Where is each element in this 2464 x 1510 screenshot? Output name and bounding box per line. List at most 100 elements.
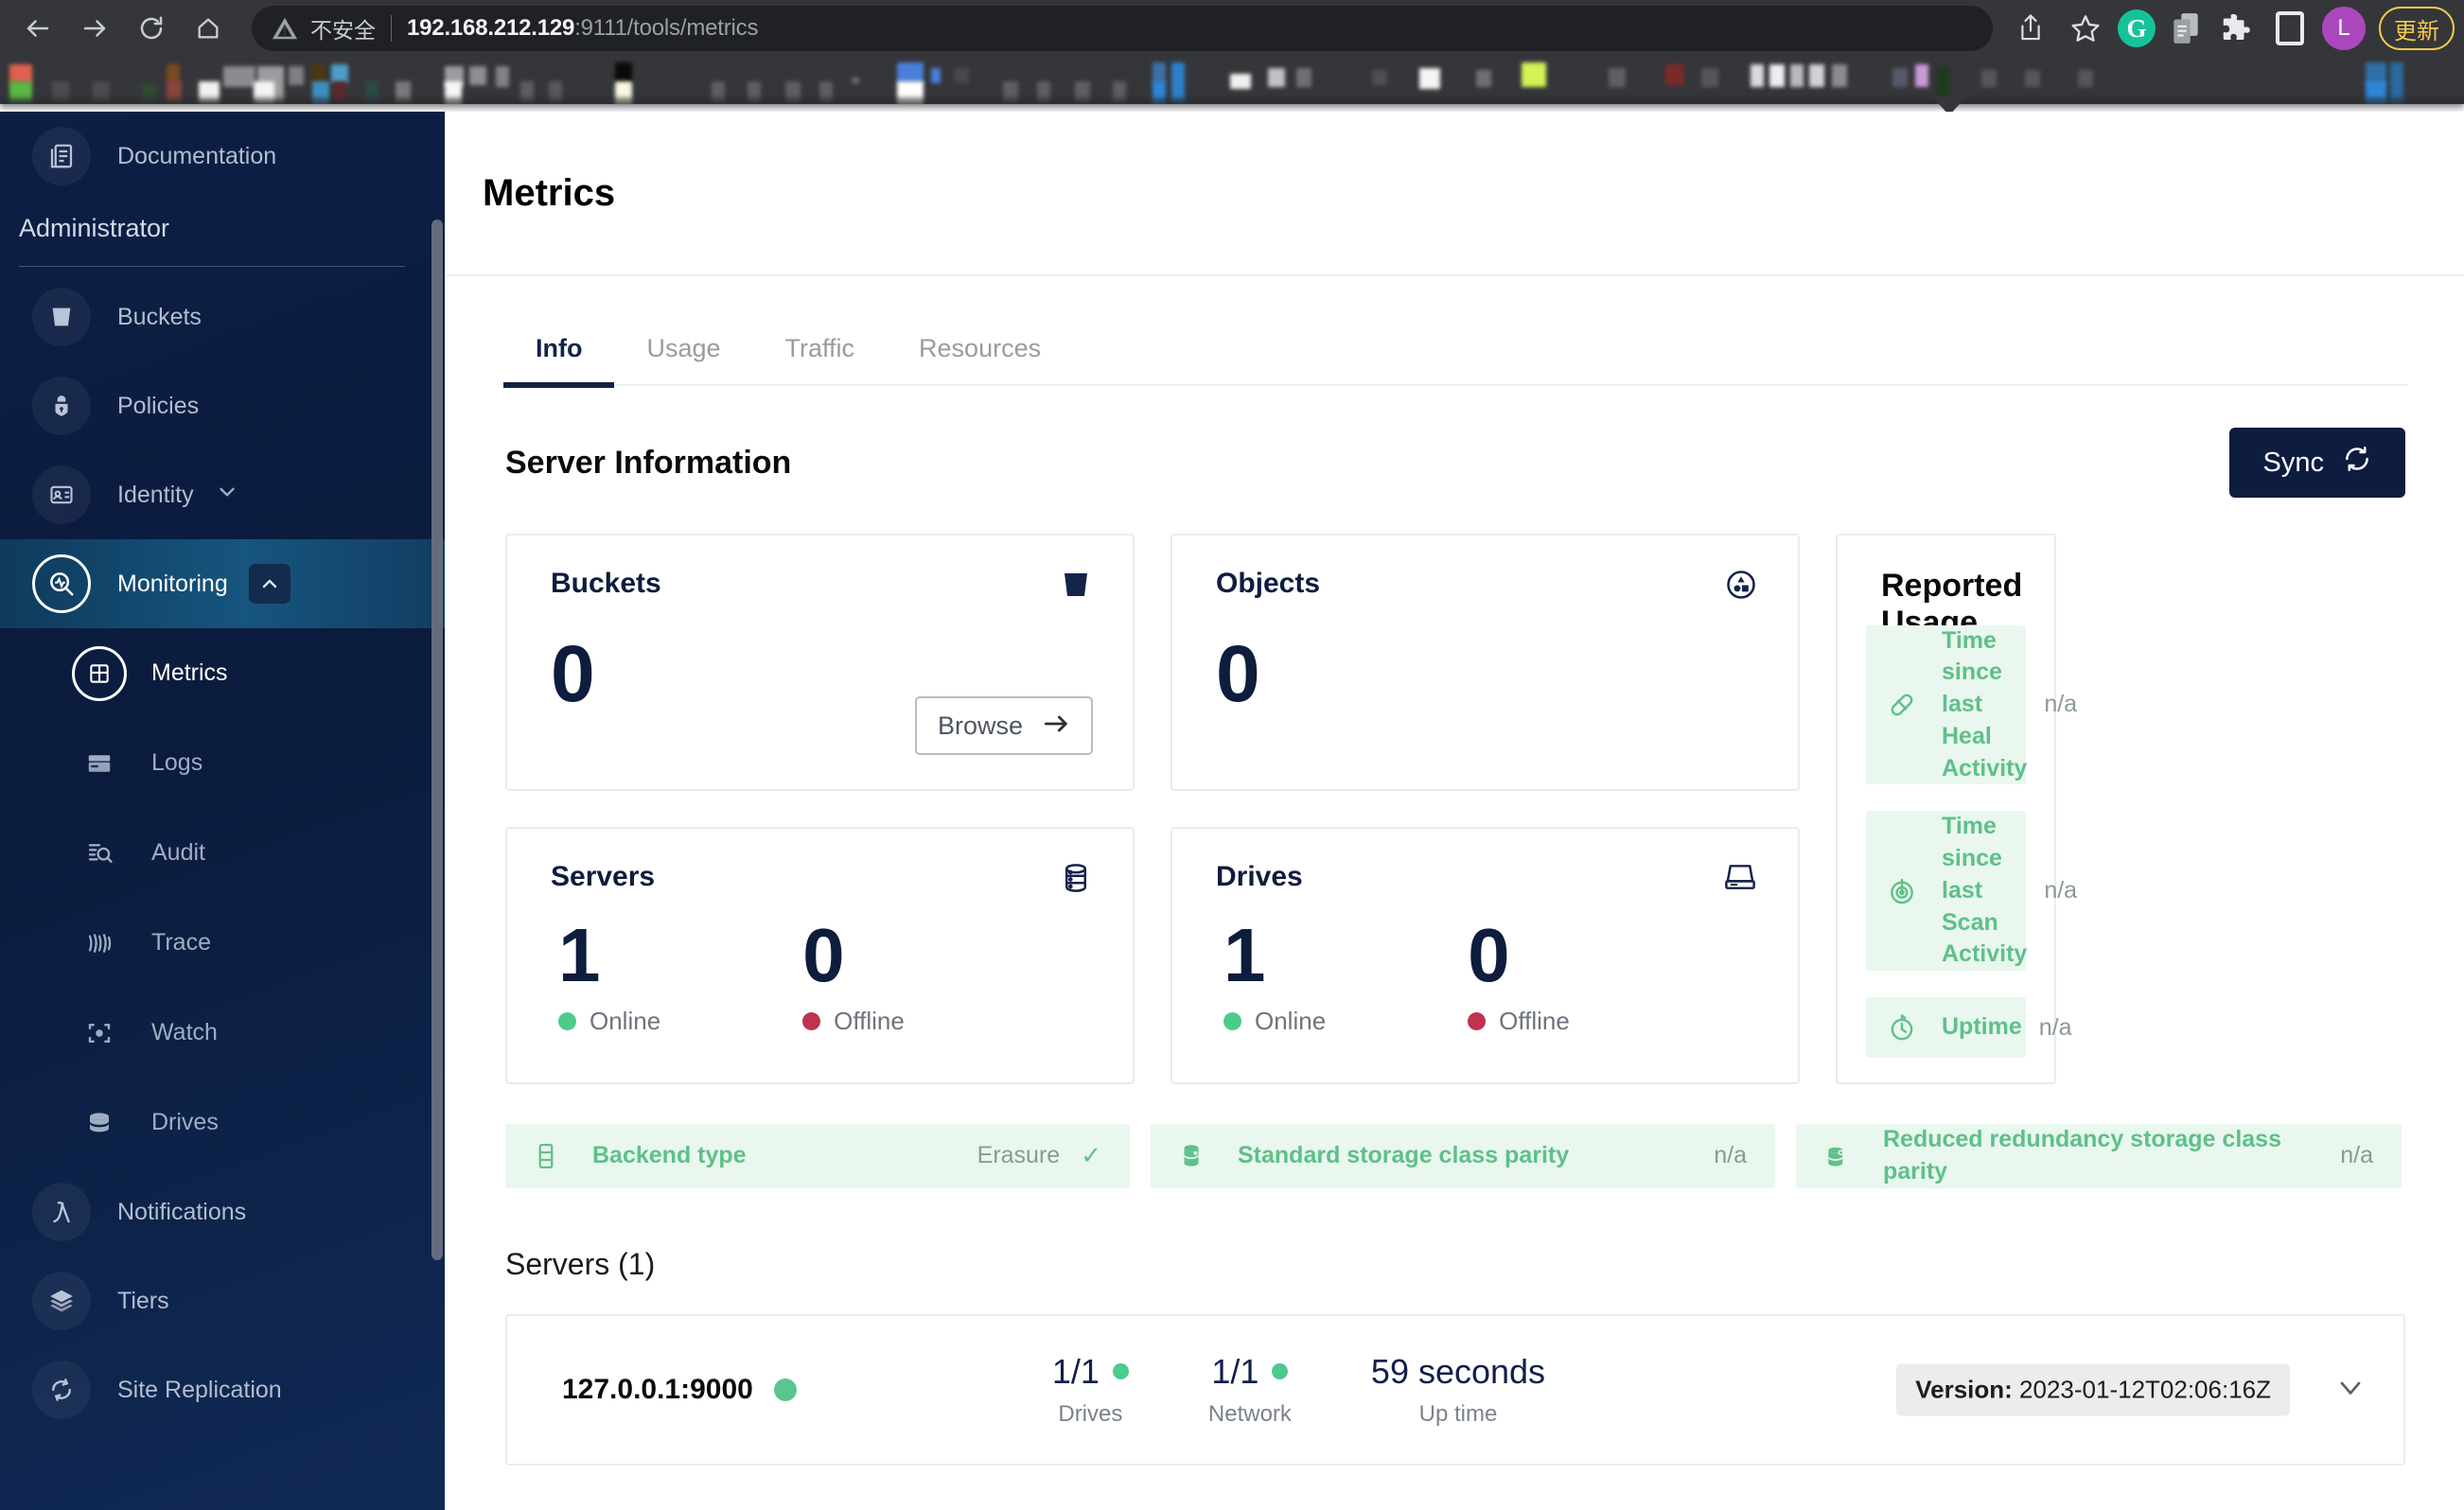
- server-stat-uptime: 59 seconds Up time: [1371, 1352, 1545, 1428]
- sidebar-scrollbar-thumb[interactable]: [431, 219, 443, 1260]
- back-arrow-icon[interactable]: [11, 2, 64, 55]
- browse-button[interactable]: Browse: [914, 696, 1093, 755]
- server-stat-drives: 1/1 Drives: [1052, 1352, 1129, 1428]
- omnibox-divider: [391, 15, 392, 42]
- star-icon[interactable]: [2063, 6, 2108, 51]
- strip-backend-type: Backend type Erasure ✓: [505, 1124, 1130, 1188]
- monitoring-icon: [32, 554, 91, 613]
- sidebar-label-notifications: Notifications: [117, 1198, 247, 1225]
- server-stat-network: 1/1 Network: [1208, 1352, 1292, 1428]
- drives-offline-value: 0: [1468, 913, 1510, 997]
- objects-icon: [1724, 568, 1758, 606]
- usage-row-uptime-label: Uptime: [1942, 1013, 2022, 1041]
- servers-offline-value: 0: [802, 913, 845, 997]
- server-stat-drives-value: 1/1: [1051, 1351, 1100, 1391]
- usage-row-scan-value: n/a: [2044, 877, 2078, 904]
- documentation-icon: [32, 127, 91, 185]
- grammarly-extension-icon[interactable]: G: [2118, 9, 2156, 47]
- clock-icon: [1887, 1012, 1925, 1043]
- card-buckets: Buckets 0 Browse: [505, 534, 1135, 791]
- tab-resources[interactable]: Resources: [887, 334, 1073, 384]
- chevron-down-icon[interactable]: [2333, 1370, 2367, 1409]
- tab-usage[interactable]: Usage: [614, 334, 752, 384]
- update-button[interactable]: 更新: [2379, 7, 2455, 50]
- servers-metrics: 1 Online 0 Offline: [551, 918, 1100, 1036]
- security-status-label: 不安全: [310, 19, 376, 44]
- cards-grid: Buckets 0 Browse Objects 0 Servers 1 Onl…: [505, 534, 2405, 1084]
- sidebar-label-buckets: Buckets: [117, 303, 202, 330]
- nav-buttons: [0, 2, 235, 55]
- card-buckets-title: Buckets: [551, 568, 661, 599]
- drives-online-value: 1: [1223, 913, 1266, 997]
- browse-button-label: Browse: [937, 711, 1023, 740]
- avatar-letter: L: [2337, 15, 2350, 41]
- tab-info[interactable]: Info: [503, 334, 615, 388]
- puzzle-icon[interactable]: [2216, 8, 2258, 49]
- network-status-dot: [1272, 1363, 1289, 1379]
- card-objects-title: Objects: [1216, 568, 1321, 599]
- info-strips: Backend type Erasure ✓ Standard storage …: [505, 1124, 2405, 1188]
- card-objects: Objects 0: [1170, 534, 1800, 791]
- offline-status-dot: [802, 1012, 821, 1030]
- chevron-up-icon[interactable]: [248, 564, 290, 604]
- sidebar-item-notifications[interactable]: Notifications: [0, 1168, 445, 1256]
- sidebar-item-drives[interactable]: Drives: [0, 1078, 445, 1168]
- reload-icon[interactable]: [125, 2, 178, 55]
- avatar[interactable]: L: [2322, 7, 2366, 50]
- home-icon[interactable]: [182, 2, 235, 55]
- sync-button[interactable]: Sync: [2228, 428, 2405, 498]
- sidebar-item-site-replication[interactable]: Site Replication: [0, 1345, 445, 1434]
- sidebar-item-identity[interactable]: Identity: [0, 450, 445, 539]
- tab-traffic[interactable]: Traffic: [753, 334, 888, 384]
- trace-icon: [72, 916, 127, 971]
- backend-icon: [534, 1142, 572, 1170]
- main-content: Metrics Info Usage Traffic Resources Ser…: [447, 112, 2464, 1510]
- reported-usage-rows: Time since last Heal Activity n/a Time s…: [1866, 624, 2077, 1058]
- table-row[interactable]: 127.0.0.1:9000 1/1 Drives 1/1 Network 59…: [505, 1313, 2405, 1466]
- bandaid-icon: [1887, 690, 1925, 720]
- address-bar[interactable]: 不安全 192.168.212.129 :9111/tools/metrics: [252, 6, 1993, 51]
- tab-bar: Info Usage Traffic Resources: [503, 312, 2407, 388]
- online-status-dot: [558, 1012, 576, 1030]
- version-badge: Version: 2023-01-12T02:06:16Z: [1896, 1363, 2290, 1415]
- sidebar-item-metrics[interactable]: Metrics: [0, 628, 445, 718]
- sidebar-item-logs[interactable]: Logs: [0, 718, 445, 808]
- sidebar-label-documentation: Documentation: [117, 142, 277, 169]
- storage-class-icon: [1179, 1142, 1217, 1170]
- metrics-grid-icon: [72, 645, 127, 701]
- server-status-dot: [773, 1378, 797, 1401]
- sidebar-item-monitoring[interactable]: Monitoring: [0, 539, 445, 628]
- chevron-down-icon[interactable]: [215, 480, 239, 511]
- sidebar-item-audit[interactable]: Audit: [0, 808, 445, 898]
- section-header: Server Information Sync: [505, 428, 2405, 498]
- update-label: 更新: [2394, 17, 2439, 44]
- drive-icon: [1722, 861, 1758, 898]
- toolbar-actions: G L 更新: [2008, 6, 2464, 51]
- sidebar-item-watch[interactable]: Watch: [0, 988, 445, 1078]
- sidebar-item-policies[interactable]: Policies: [0, 361, 445, 450]
- server-stat-network-label: Network: [1207, 1400, 1292, 1427]
- usage-row-heal: Time since last Heal Activity n/a: [1866, 624, 2077, 785]
- sidebar-item-trace[interactable]: Trace: [0, 898, 445, 988]
- sidebar-item-documentation[interactable]: Documentation: [0, 112, 445, 201]
- sidebar-item-buckets[interactable]: Buckets: [0, 272, 445, 361]
- server-endpoint: 127.0.0.1:9000: [562, 1374, 797, 1406]
- card-drives: Drives 1 Online 0 Offline: [1170, 827, 1800, 1084]
- forward-arrow-icon[interactable]: [68, 2, 121, 55]
- server-stat-uptime-value: 59 seconds: [1370, 1351, 1546, 1391]
- drives-metrics: 1 Online 0 Offline: [1216, 918, 1766, 1036]
- sync-button-label: Sync: [2262, 447, 2324, 478]
- url-host: 192.168.212.129: [407, 15, 575, 41]
- check-icon: ✓: [1081, 1141, 1101, 1170]
- watch-icon: [72, 1006, 127, 1061]
- drives-icon: [72, 1096, 127, 1150]
- servers-offline-label: Offline: [834, 1007, 905, 1035]
- sidebar-label-logs: Logs: [151, 749, 203, 776]
- sidebar-item-tiers[interactable]: Tiers: [0, 1256, 445, 1345]
- sidebar-scrollbar[interactable]: [431, 112, 445, 1510]
- sidebar-section-title: Administrator: [19, 214, 170, 242]
- documents-icon[interactable]: [2165, 8, 2207, 49]
- sync-icon: [2343, 445, 2371, 481]
- share-icon[interactable]: [2008, 6, 2053, 51]
- side-panel-icon[interactable]: [2267, 6, 2313, 51]
